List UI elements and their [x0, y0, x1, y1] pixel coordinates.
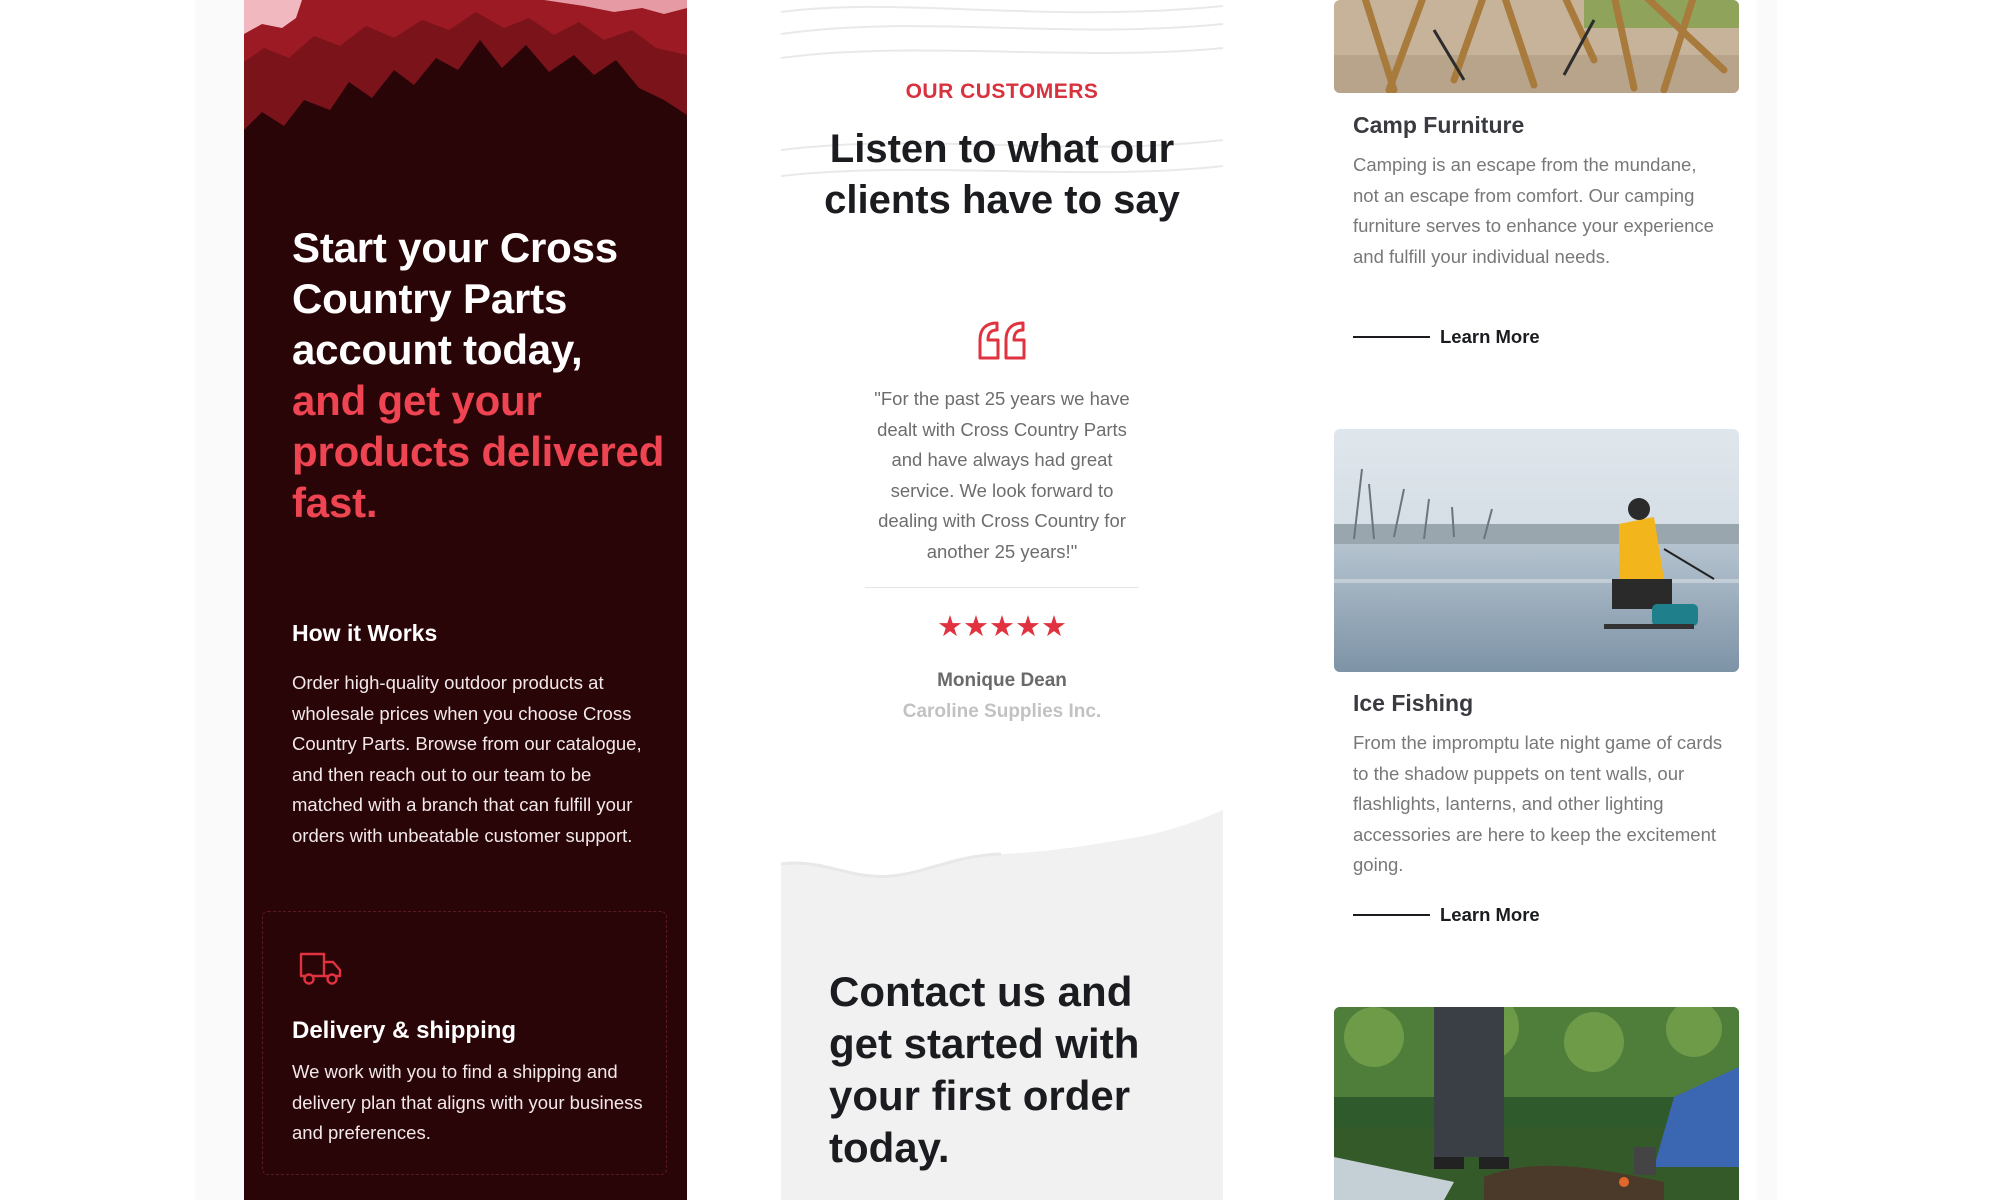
- testimonials-panel: OUR CUSTOMERS Listen to what our clients…: [781, 0, 1223, 1200]
- truck-icon: [299, 952, 342, 985]
- product-description-camp-furniture: Camping is an escape from the mundane, n…: [1353, 154, 1714, 267]
- quote-icon: [978, 321, 1026, 360]
- testimonials-title: Listen to what our clients have to say: [824, 127, 1180, 222]
- learn-more-link-camp-furniture[interactable]: Learn More: [1353, 324, 1540, 350]
- star-rating: ★★★★★: [937, 611, 1067, 643]
- learn-more-link-ice-fishing[interactable]: Learn More: [1353, 902, 1540, 928]
- learn-more-label: Learn More: [1440, 904, 1540, 925]
- link-line-decoration: [1353, 336, 1430, 338]
- how-it-works-title: How it Works: [292, 620, 438, 646]
- contact-heading: Contact us and get started with your fir…: [829, 968, 1140, 1171]
- delivery-shipping-card: Delivery & shipping We work with you to …: [262, 911, 667, 1175]
- how-it-works-body: Order high-quality outdoor products at w…: [292, 672, 642, 846]
- camp-furniture-image: [1334, 0, 1739, 93]
- signup-promo-panel: Start your Cross Country Parts account t…: [244, 0, 687, 1200]
- delivery-shipping-title: Delivery & shipping: [292, 1017, 517, 1044]
- testimonial-divider: [865, 587, 1139, 588]
- link-line-decoration: [1353, 914, 1430, 916]
- products-panel: Camp Furniture Camping is an escape from…: [1315, 0, 1757, 1200]
- headline-main-text: Start your Cross Country Parts account t…: [292, 224, 618, 373]
- mountain-silhouette-graphic: [244, 0, 687, 140]
- product-description-ice-fishing: From the impromptu late night game of ca…: [1353, 732, 1723, 875]
- signup-headline: Start your Cross Country Parts account t…: [292, 222, 672, 528]
- headline-accent-text: and get your products delivered fast.: [292, 377, 665, 526]
- delivery-shipping-body: We work with you to find a shipping and …: [292, 1061, 643, 1143]
- learn-more-label: Learn More: [1440, 326, 1540, 347]
- page-backdrop-left: [195, 0, 244, 1200]
- testimonial-author: Monique Dean: [937, 670, 1067, 691]
- section-eyebrow: OUR CUSTOMERS: [905, 80, 1099, 103]
- product-title-camp-furniture: Camp Furniture: [1353, 112, 1525, 138]
- forest-camping-image: [1334, 1007, 1739, 1200]
- ice-fishing-image: [1334, 429, 1739, 672]
- testimonial-company: Caroline Supplies Inc.: [902, 701, 1102, 722]
- page-backdrop-right: [1757, 0, 1777, 1200]
- product-title-ice-fishing: Ice Fishing: [1353, 690, 1474, 716]
- testimonial-quote: "For the past 25 years we have dealt wit…: [874, 388, 1130, 562]
